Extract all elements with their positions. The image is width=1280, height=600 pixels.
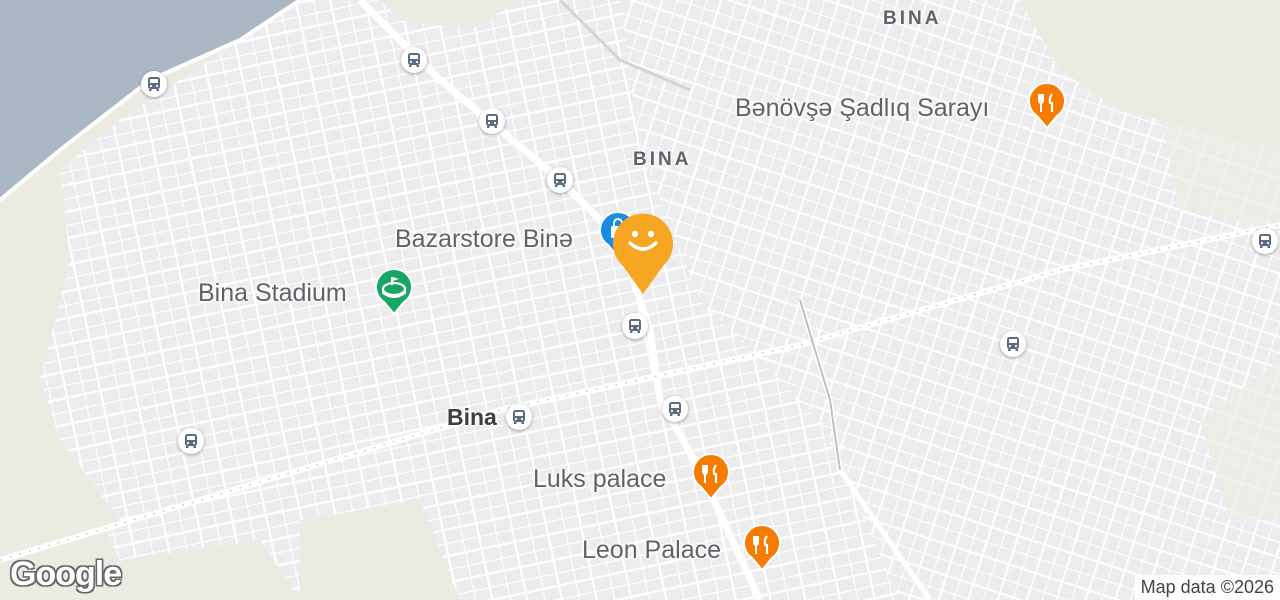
stadium-pin-bina[interactable] <box>374 268 414 316</box>
area-label-bina-north: BINA <box>883 8 942 29</box>
restaurant-icon <box>1028 82 1066 130</box>
map-base-layer <box>0 0 1280 600</box>
place-label-leon-palace[interactable]: Leon Palace <box>582 536 721 565</box>
bus-stop-icon[interactable] <box>178 428 204 454</box>
bus-stop-icon[interactable] <box>662 396 688 422</box>
place-label-banovse[interactable]: Bənövşə Şadlıq Sarayı <box>735 94 989 123</box>
google-logo: Google <box>10 555 122 593</box>
restaurant-pin-luks-palace[interactable] <box>691 453 731 501</box>
bus-stop-icon[interactable] <box>1000 331 1026 357</box>
station-label-bina[interactable]: Bina <box>447 404 497 431</box>
map-canvas[interactable]: BINA BINA Bazarstore Binə Bina Stadium B… <box>0 0 1280 600</box>
bus-stop-icon[interactable] <box>622 313 648 339</box>
bus-stop-icon[interactable] <box>506 404 532 430</box>
restaurant-pin-banovse[interactable] <box>1027 82 1067 130</box>
restaurant-pin-leon-palace[interactable] <box>742 524 782 572</box>
current-location-smiley-icon <box>613 213 673 294</box>
area-label-bina-center: BINA <box>633 149 692 170</box>
bus-stop-icon[interactable] <box>1252 228 1278 254</box>
place-label-bina-stadium[interactable]: Bina Stadium <box>198 279 347 308</box>
stadium-icon <box>375 268 413 316</box>
restaurant-icon <box>692 453 730 501</box>
bus-stop-icon[interactable] <box>401 47 427 73</box>
map-copyright[interactable]: Map data ©2026 <box>1134 575 1280 600</box>
current-location-pin[interactable] <box>611 212 675 296</box>
bus-stop-icon[interactable] <box>141 71 167 97</box>
bus-stop-icon[interactable] <box>479 108 505 134</box>
place-label-bazarstore[interactable]: Bazarstore Binə <box>395 225 573 254</box>
restaurant-icon <box>743 524 781 572</box>
place-label-luks-palace[interactable]: Luks palace <box>533 465 666 494</box>
bus-stop-icon[interactable] <box>547 167 573 193</box>
